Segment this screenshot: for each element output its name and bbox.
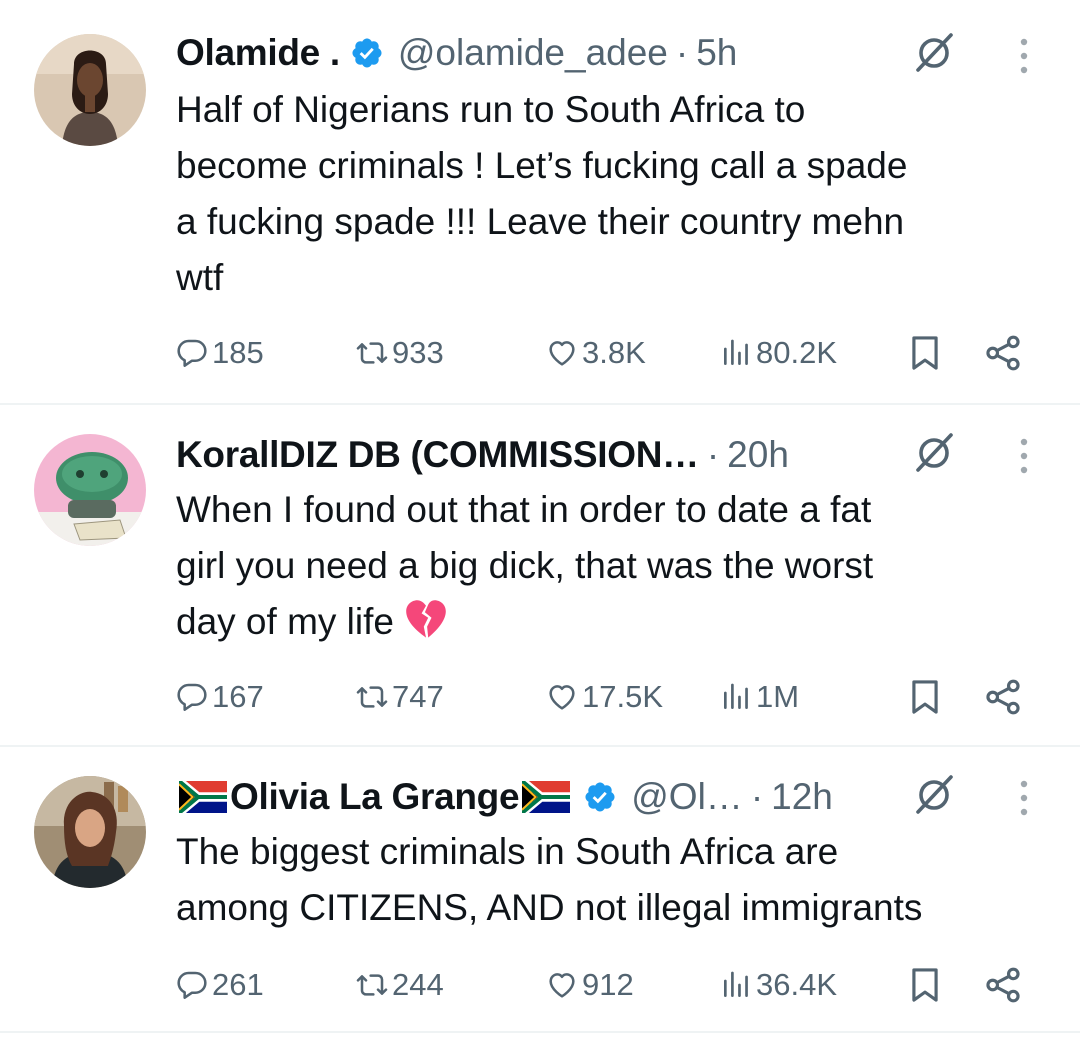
- reply-button[interactable]: 167: [176, 672, 264, 722]
- bookmark-icon[interactable]: [906, 678, 944, 716]
- action-bar: 185 933 3.8K 80.2K: [176, 328, 1026, 378]
- reply-count: 185: [212, 335, 264, 370]
- south-africa-flag-icon: [521, 781, 571, 813]
- handle[interactable]: @Ol…: [631, 772, 743, 822]
- share-icon[interactable]: [984, 334, 1022, 372]
- reply-button[interactable]: 261: [176, 960, 264, 1010]
- reply-button[interactable]: 185: [176, 328, 264, 378]
- timestamp[interactable]: 5h: [696, 28, 737, 78]
- heart-icon: [546, 337, 578, 369]
- views-button[interactable]: 1M: [720, 672, 799, 722]
- repost-button[interactable]: 747: [356, 672, 444, 722]
- tweet-text-body: When I found out that in order to date a…: [176, 489, 874, 642]
- share-icon[interactable]: [984, 678, 1022, 716]
- separator-dot: ·: [675, 32, 689, 73]
- grok-icon[interactable]: [910, 771, 958, 819]
- reply-icon: [176, 337, 208, 369]
- action-bar: 167 747 17.5K 1M: [176, 672, 1026, 722]
- repost-button[interactable]: 933: [356, 328, 444, 378]
- avatar[interactable]: [34, 34, 146, 146]
- heart-icon: [546, 681, 578, 713]
- like-count: 17.5K: [582, 679, 664, 714]
- action-bar: 261 244 912 36.4K: [176, 960, 1026, 1010]
- repost-button[interactable]: 244: [356, 960, 444, 1010]
- repost-icon: [356, 969, 388, 1001]
- timestamp[interactable]: 12h: [771, 772, 833, 822]
- reply-count: 261: [212, 967, 264, 1002]
- reply-icon: [176, 969, 208, 1001]
- tweet[interactable]: Olamide . @olamide_adee · 5h Half of Nig…: [0, 0, 1080, 404]
- grok-icon[interactable]: [910, 429, 958, 477]
- views-icon: [720, 337, 752, 369]
- divider: [0, 1031, 1080, 1033]
- view-count: 80.2K: [756, 335, 838, 370]
- bookmark-icon[interactable]: [906, 334, 944, 372]
- tweet-text: The biggest criminals in South Africa ar…: [176, 831, 923, 928]
- tweet-header: KorallDIZ DB (COMMISSION… · 20h: [176, 430, 930, 480]
- repost-icon: [356, 337, 388, 369]
- repost-icon: [356, 681, 388, 713]
- tweet[interactable]: KorallDIZ DB (COMMISSION… · 20h When I f…: [0, 404, 1080, 746]
- views-button[interactable]: 80.2K: [720, 328, 837, 378]
- more-options-icon[interactable]: [1012, 432, 1036, 480]
- share-icon[interactable]: [984, 966, 1022, 1004]
- avatar[interactable]: [34, 776, 146, 888]
- tweet-text: Half of Nigerians run to South Africa to…: [176, 89, 908, 298]
- heart-icon: [546, 969, 578, 1001]
- like-button[interactable]: 3.8K: [546, 328, 646, 378]
- broken-heart-icon: [406, 600, 447, 638]
- tweet-header: Olivia La Grange @Ol… · 12h: [176, 772, 930, 822]
- views-button[interactable]: 36.4K: [720, 960, 837, 1010]
- like-count: 912: [582, 967, 634, 1002]
- view-count: 1M: [756, 679, 800, 714]
- repost-count: 747: [392, 679, 444, 714]
- bookmark-icon[interactable]: [906, 966, 944, 1004]
- separator-dot: ·: [750, 776, 764, 817]
- more-options-icon[interactable]: [1012, 32, 1036, 80]
- separator-dot: ·: [706, 434, 720, 475]
- like-button[interactable]: 17.5K: [546, 672, 663, 722]
- reply-icon: [176, 681, 208, 713]
- display-name[interactable]: KorallDIZ DB (COMMISSION…: [176, 430, 699, 480]
- avatar[interactable]: [34, 434, 146, 546]
- verified-badge-icon: [583, 780, 617, 814]
- reply-count: 167: [212, 679, 264, 714]
- views-icon: [720, 681, 752, 713]
- repost-count: 244: [392, 967, 444, 1002]
- views-icon: [720, 969, 752, 1001]
- more-options-icon[interactable]: [1012, 774, 1036, 822]
- view-count: 36.4K: [756, 967, 838, 1002]
- display-name[interactable]: Olamide .: [176, 28, 340, 78]
- like-count: 3.8K: [582, 335, 646, 370]
- south-africa-flag-icon: [178, 781, 228, 813]
- verified-badge-icon: [350, 36, 384, 70]
- tweet-header: Olamide . @olamide_adee · 5h: [176, 28, 930, 78]
- display-name[interactable]: Olivia La Grange: [230, 772, 519, 822]
- handle[interactable]: @olamide_adee: [398, 28, 668, 78]
- grok-icon[interactable]: [910, 29, 958, 77]
- tweet-text: When I found out that in order to date a…: [176, 482, 1040, 650]
- tweet[interactable]: Olivia La Grange @Ol… · 12h The biggest …: [0, 746, 1080, 1032]
- like-button[interactable]: 912: [546, 960, 634, 1010]
- repost-count: 933: [392, 335, 444, 370]
- timestamp[interactable]: 20h: [727, 430, 789, 480]
